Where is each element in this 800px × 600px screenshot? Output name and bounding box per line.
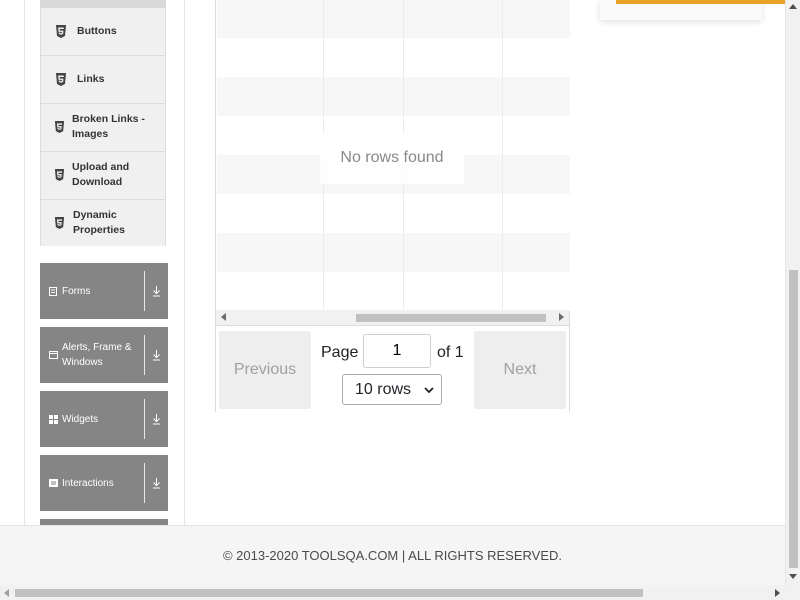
scroll-up-arrow-icon[interactable]	[789, 4, 797, 9]
scrollbar-thumb[interactable]	[15, 589, 643, 597]
sidebar-item-label: Dynamic Properties	[73, 209, 125, 236]
group-label: Widgets	[62, 413, 99, 425]
sidebar-border-right	[184, 0, 185, 525]
html5-icon	[53, 23, 69, 39]
sidebar-item-broken-links[interactable]: Broken Links - Images	[41, 103, 165, 150]
download-arrow-icon[interactable]	[150, 475, 162, 491]
table-row	[217, 272, 570, 311]
total-pages-label: of 1	[437, 344, 464, 361]
html5-icon	[53, 71, 69, 87]
scrollbar-thumb[interactable]	[356, 314, 546, 322]
form-icon	[48, 286, 58, 296]
table-row	[217, 233, 570, 272]
column-divider	[502, 0, 503, 310]
table-horizontal-scrollbar[interactable]	[216, 310, 569, 325]
download-arrow-icon[interactable]	[150, 347, 162, 363]
footer: © 2013-2020 TOOLSQA.COM | ALL RIGHTS RES…	[0, 525, 785, 585]
scrollbar-thumb[interactable]	[789, 270, 798, 568]
scroll-left-arrow-icon[interactable]	[221, 313, 226, 321]
scroll-left-arrow-icon[interactable]	[4, 589, 9, 597]
group-header-widgets[interactable]: Widgets	[40, 391, 168, 447]
submenu-active-item	[40, 0, 166, 7]
sidebar-item-buttons[interactable]: Buttons	[41, 7, 165, 54]
download-arrow-icon[interactable]	[150, 283, 162, 299]
window-icon	[48, 350, 58, 360]
sidebar-item-label: Broken Links - Images	[72, 113, 145, 140]
table-row	[217, 194, 570, 233]
sidebar-item-label: Links	[77, 72, 105, 85]
html5-icon	[51, 167, 67, 183]
pagination: Previous Page of 1 10 rows Next	[216, 325, 569, 412]
interactions-icon	[48, 478, 58, 488]
table-row	[217, 0, 570, 38]
scrollbar-corner	[785, 585, 800, 600]
divider	[144, 335, 145, 375]
sidebar-item-upload-download[interactable]: Upload and Download	[41, 151, 165, 198]
previous-button[interactable]: Previous	[219, 331, 311, 409]
no-rows-message: No rows found	[320, 132, 464, 184]
widgets-icon	[48, 414, 58, 424]
next-button[interactable]: Next	[474, 331, 566, 409]
scroll-right-arrow-icon[interactable]	[559, 313, 564, 321]
copyright-text: © 2013-2020 TOOLSQA.COM | ALL RIGHTS RES…	[222, 548, 563, 563]
table-row	[217, 77, 570, 116]
rows-per-page-select[interactable]: 10 rows	[342, 374, 442, 405]
page-vertical-scrollbar[interactable]	[785, 0, 800, 585]
group-label: Alerts, Frame & Windows	[62, 342, 132, 368]
group-header-alerts-frame-windows[interactable]: Alerts, Frame & Windows	[40, 327, 168, 383]
group-header-interactions[interactable]: Interactions	[40, 455, 168, 511]
sidebar-item-dynamic-properties[interactable]: Dynamic Properties	[41, 199, 165, 246]
scroll-right-arrow-icon[interactable]	[775, 589, 780, 597]
page-number-input[interactable]	[363, 334, 431, 368]
ad-accent-bar	[616, 0, 786, 4]
divider	[144, 463, 145, 503]
sidebar-item-links[interactable]: Links	[41, 55, 165, 102]
rows-per-page-value: 10 rows	[355, 380, 412, 398]
html5-icon	[51, 119, 67, 135]
sidebar-item-label: Upload and Download	[72, 161, 130, 188]
page-horizontal-scrollbar[interactable]	[0, 585, 785, 600]
chevron-down-icon	[423, 383, 435, 395]
download-arrow-icon[interactable]	[150, 411, 162, 427]
html5-icon	[51, 215, 67, 231]
group-label: Forms	[62, 285, 91, 297]
sidebar-border-left	[24, 0, 25, 525]
sidebar-item-label: Buttons	[77, 24, 117, 37]
group-header-forms[interactable]: Forms	[40, 263, 168, 319]
page-label: Page	[321, 344, 359, 361]
scroll-down-arrow-icon[interactable]	[789, 574, 797, 579]
divider	[144, 271, 145, 311]
divider	[144, 399, 145, 439]
group-label: Interactions	[62, 477, 114, 489]
table-row	[217, 38, 570, 77]
